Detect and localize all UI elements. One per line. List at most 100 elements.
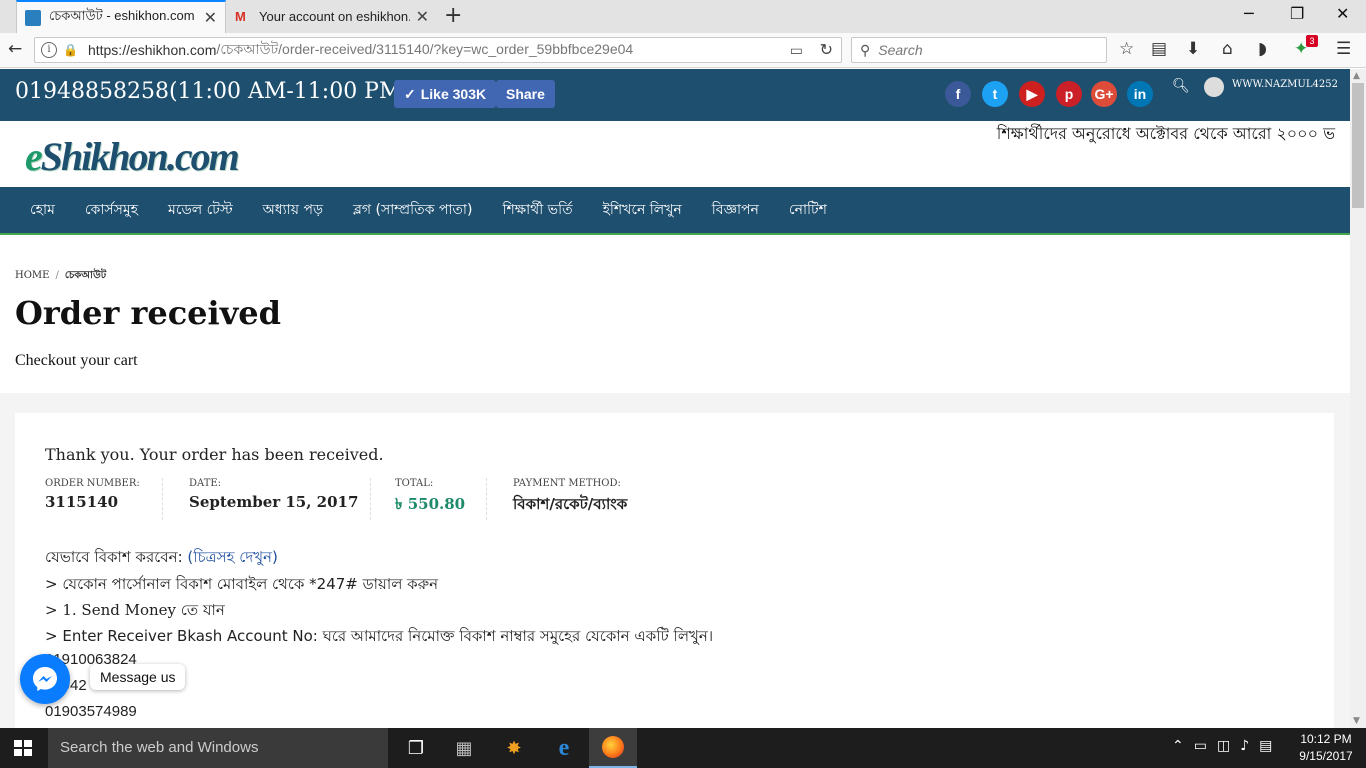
nav-item[interactable]: মডেল টেস্ট <box>153 198 248 222</box>
messenger-button[interactable] <box>20 654 70 704</box>
instruction-step: > Enter Receiver Bkash Account No: ঘরে আ… <box>45 627 714 645</box>
maximize-button[interactable]: ❐ <box>1290 4 1304 23</box>
system-tray: ⌃ ▭ ◫ ♪ ▤ <box>1172 738 1272 754</box>
nav-item[interactable]: বিজ্ঞাপন <box>697 198 774 222</box>
windows-taskbar: Search the web and Windows ❐ ▦ ✸ e ⌃ ▭ ◫… <box>0 728 1366 768</box>
announcement-marquee: শিক্ষার্থীদের অনুরোধে অক্টোবর থেকে আরো ২… <box>996 124 1335 143</box>
linkedin-icon[interactable]: in <box>1127 81 1153 107</box>
username[interactable]: WWW.NAZMUL4252 <box>1232 79 1338 90</box>
edge-browser-icon[interactable]: e <box>540 728 588 768</box>
taskbar-clock[interactable]: 10:12 PM 9/15/2017 <box>1296 731 1356 765</box>
app-icon[interactable]: ✸ <box>490 728 538 768</box>
speaker-icon[interactable]: ♪ <box>1240 738 1249 754</box>
main-navigation: হোম কোর্সসমুহ মডেল টেস্ট অধ্যায় পড় ব্লগ (স… <box>0 187 1350 235</box>
site-header: eShikhon.com শিক্ষার্থীদের অনুরোধে অক্টো… <box>0 121 1350 187</box>
browser-search-input[interactable]: ⚲ Search <box>851 37 1107 63</box>
search-placeholder: Search <box>878 42 923 58</box>
reload-icon[interactable]: ↻ <box>820 40 833 60</box>
order-number: 3115140 <box>45 493 119 511</box>
breadcrumb-separator: / <box>55 270 59 281</box>
chevron-up-icon[interactable]: ⌃ <box>1172 738 1184 754</box>
facebook-like-button[interactable]: ✓ Like 303K <box>394 80 497 108</box>
youtube-icon[interactable]: ▶ <box>1019 81 1045 107</box>
pocket-icon[interactable]: ◗ <box>1258 39 1267 59</box>
nav-item[interactable]: অধ্যায় পড় <box>248 198 338 222</box>
breadcrumb: HOME / চেকআউট <box>15 268 106 285</box>
browser-tab-gmail[interactable]: M Your account on eshikhon.c ✕ <box>227 0 437 33</box>
page-scrollbar[interactable]: ▲ ▼ <box>1350 69 1366 728</box>
site-logo[interactable]: eShikhon.com <box>25 133 240 180</box>
content-area: Thank you. Your order has been received.… <box>0 393 1350 733</box>
nav-item[interactable]: ব্লগ (সাম্প্রতিক পাতা) <box>338 198 488 222</box>
instruction-text: যেভাবে বিকাশ করবেন: <box>45 548 188 566</box>
new-tab-button[interactable]: + <box>444 3 462 28</box>
breadcrumb-home[interactable]: HOME <box>15 270 49 281</box>
close-window-button[interactable]: ✕ <box>1336 4 1349 23</box>
tab-title: চেকআউট - eshikhon.com - <box>49 8 198 23</box>
nav-item[interactable]: কোর্সসমুহ <box>70 198 153 222</box>
nav-item[interactable]: নোটিশ <box>774 198 842 222</box>
twitter-icon[interactable]: t <box>982 81 1008 107</box>
battery-icon[interactable]: ▭ <box>1194 738 1207 754</box>
search-icon: ⚲ <box>860 41 871 58</box>
scroll-thumb[interactable] <box>1352 83 1364 208</box>
page-subtitle: Checkout your cart <box>15 352 138 369</box>
nav-item[interactable]: শিক্ষার্থী ভর্তি <box>487 198 587 222</box>
site-top-bar: 01948858258(11:00 AM-11:00 PM) ✓ Like 30… <box>0 69 1350 121</box>
facebook-icon[interactable]: f <box>945 81 971 107</box>
network-icon[interactable]: ◫ <box>1217 738 1230 754</box>
tab-title: Your account on eshikhon.c <box>259 9 410 24</box>
like-label: Like 303K <box>420 86 487 102</box>
bookmark-star-icon[interactable]: ☆ <box>1119 39 1134 59</box>
contact-phone: 01948858258(11:00 AM-11:00 PM) <box>15 79 411 104</box>
messenger-label[interactable]: Message us <box>90 664 186 690</box>
close-tab-icon[interactable]: ✕ <box>204 8 217 28</box>
reader-view-icon[interactable]: ▭ <box>790 42 803 59</box>
windows-start-icon[interactable] <box>14 740 32 756</box>
nav-item[interactable]: ইশিখনে লিখুন <box>588 198 697 222</box>
clock-time: 10:12 PM <box>1300 732 1352 746</box>
nav-item[interactable]: হোম <box>15 198 70 222</box>
order-thanks-message: Thank you. Your order has been received. <box>45 445 384 464</box>
library-icon[interactable]: ▤ <box>1151 39 1167 59</box>
lock-icon: 🔒 <box>63 43 78 57</box>
site-search-icon[interactable]: 🔍︎ <box>1172 78 1190 94</box>
order-card: Thank you. Your order has been received.… <box>15 413 1334 733</box>
google-plus-icon[interactable]: G+ <box>1091 81 1117 107</box>
taskbar-search-input[interactable]: Search the web and Windows <box>48 728 388 768</box>
payment-method: বিকাশ/রকেট/ব্যাংক <box>513 495 628 513</box>
minimize-button[interactable]: ─ <box>1244 4 1254 23</box>
avatar[interactable] <box>1204 77 1224 97</box>
firefox-icon[interactable] <box>589 728 637 768</box>
notification-icon[interactable]: ▤ <box>1259 738 1272 754</box>
task-view-icon[interactable]: ❐ <box>392 728 440 768</box>
payment-method-label: PAYMENT METHOD: <box>513 478 621 489</box>
order-date: September 15, 2017 <box>189 493 359 511</box>
order-number-block: ORDER NUMBER: 3115140 <box>45 478 163 520</box>
menu-icon[interactable]: ☰ <box>1336 39 1351 59</box>
browser-tab-active[interactable]: চেকআউট - eshikhon.com - ✕ <box>16 0 226 33</box>
download-icon[interactable]: ⬇ <box>1186 39 1200 59</box>
pinterest-icon[interactable]: p <box>1056 81 1082 107</box>
home-icon[interactable]: ⌂ <box>1222 39 1233 59</box>
store-icon[interactable]: ▦ <box>440 728 488 768</box>
order-date-block: DATE: September 15, 2017 <box>189 478 371 520</box>
instruction-step: > 1. Send Money তে যান <box>45 601 225 619</box>
back-button[interactable]: ← <box>8 39 22 59</box>
clock-date: 9/15/2017 <box>1299 749 1353 763</box>
messenger-icon <box>33 667 57 691</box>
facebook-share-button[interactable]: Share <box>496 80 555 108</box>
view-with-pictures-link[interactable]: (চিত্রসহ দেখুন) <box>187 548 277 566</box>
payment-method-block: PAYMENT METHOD: বিকাশ/রকেট/ব্যাংক <box>513 478 713 520</box>
order-total: ৳ 550.80 <box>395 495 466 513</box>
logo-text: Shikhon.com <box>40 134 240 179</box>
extension-badge: 3 <box>1306 35 1318 47</box>
scroll-up-icon[interactable]: ▲ <box>1353 71 1360 81</box>
browser-nav-bar: ← i 🔒 https://eshikhon.com /চেকআউট/order… <box>0 33 1366 68</box>
scroll-down-icon[interactable]: ▼ <box>1353 716 1360 726</box>
close-tab-icon[interactable]: ✕ <box>416 7 429 27</box>
info-icon[interactable]: i <box>41 42 57 58</box>
url-bar[interactable]: i 🔒 https://eshikhon.com /চেকআউট/order-r… <box>34 37 842 63</box>
order-total-label: TOTAL: <box>395 478 434 489</box>
logo-e: e <box>25 134 43 179</box>
